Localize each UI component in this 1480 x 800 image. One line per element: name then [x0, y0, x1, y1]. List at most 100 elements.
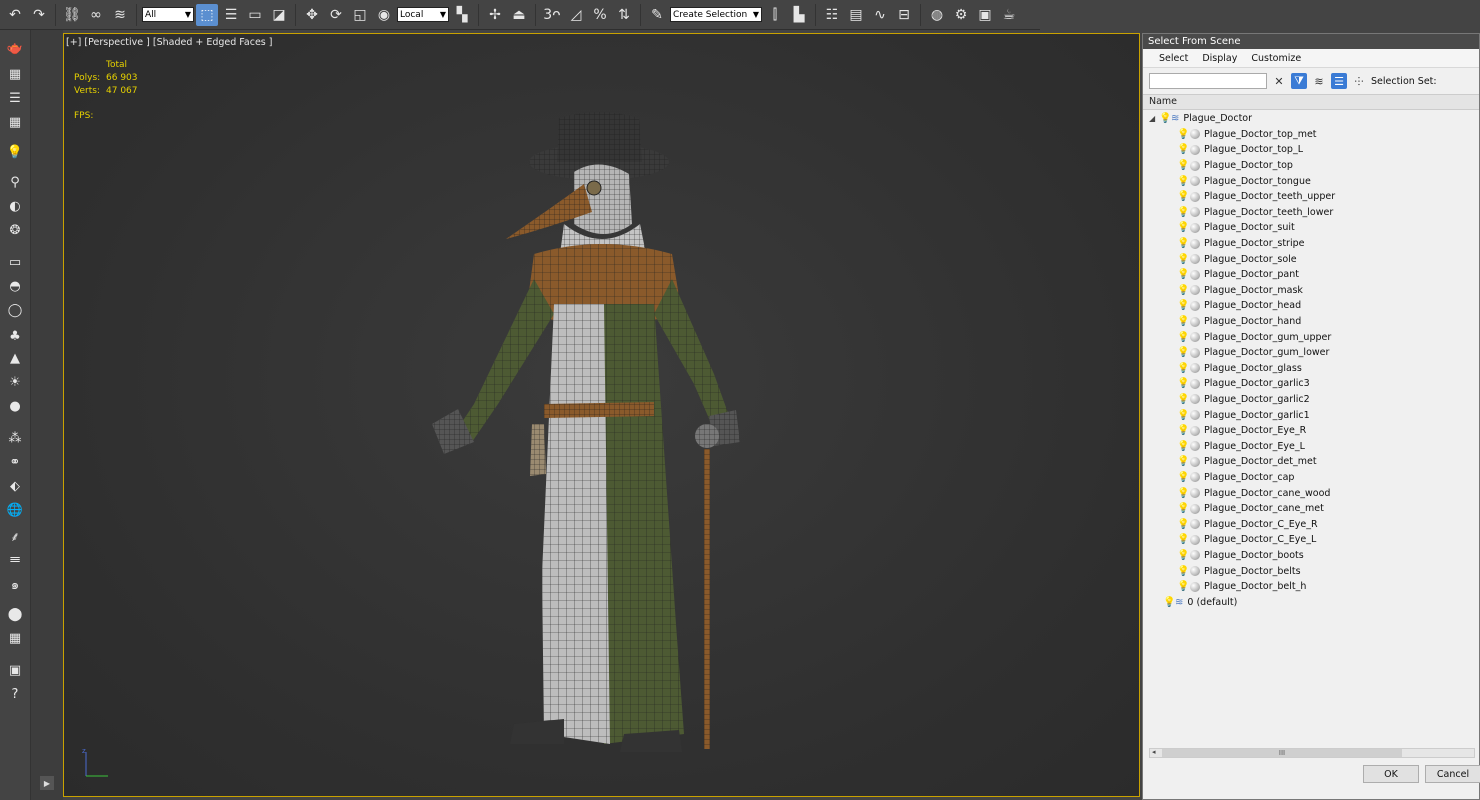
mirror-icon[interactable]: ⫿: [764, 4, 786, 26]
curve-editor-icon[interactable]: ∿: [869, 4, 891, 26]
light-bulb-icon[interactable]: 💡: [1177, 160, 1189, 171]
tree-item[interactable]: 💡 Plague_Doctor_Eye_L: [1143, 438, 1479, 454]
tree-root-row[interactable]: ◢ 💡 ≋ Plague_Doctor: [1143, 111, 1479, 127]
light-bulb-icon[interactable]: 💡: [1177, 581, 1189, 592]
scroll-thumb[interactable]: III: [1162, 749, 1402, 757]
pivot-center-icon[interactable]: ▚: [451, 4, 473, 26]
scatter-icon[interactable]: ⁂: [5, 428, 25, 448]
bind-space-warp-icon[interactable]: ≋: [109, 4, 131, 26]
tree-item[interactable]: 💡 Plague_Doctor_cap: [1143, 470, 1479, 486]
plague-doctor-model[interactable]: [414, 104, 754, 754]
spinner-snap-icon[interactable]: ⇅: [613, 4, 635, 26]
tree-item[interactable]: 💡 Plague_Doctor_Eye_R: [1143, 423, 1479, 439]
teapot-icon[interactable]: 🫖: [5, 38, 25, 58]
hierarchy-icon[interactable]: ⸭: [1351, 73, 1367, 89]
tree-item[interactable]: 💡 Plague_Doctor_C_Eye_L: [1143, 532, 1479, 548]
tree-item[interactable]: 💡 Plague_Doctor_glass: [1143, 361, 1479, 377]
tree-item[interactable]: 💡 Plague_Doctor_det_met: [1143, 454, 1479, 470]
light-bulb-icon[interactable]: 💡: [1177, 488, 1189, 499]
grass-icon[interactable]: ♣: [5, 326, 25, 346]
tree-item[interactable]: 💡 Plague_Doctor_stripe: [1143, 236, 1479, 252]
particles-icon[interactable]: ❂: [5, 220, 25, 240]
named-selection-set-dropdown[interactable]: Create Selection Se▼: [670, 7, 762, 22]
sun-icon[interactable]: ☀: [5, 372, 25, 392]
tree-item[interactable]: 💡 Plague_Doctor_cane_wood: [1143, 485, 1479, 501]
light-bulb-icon[interactable]: 💡: [1177, 332, 1189, 343]
tree-item[interactable]: 💡 Plague_Doctor_garlic2: [1143, 392, 1479, 408]
tree-item[interactable]: 💡 Plague_Doctor_tongue: [1143, 173, 1479, 189]
light-bulb-icon[interactable]: 💡: [1177, 456, 1189, 467]
ok-button[interactable]: OK: [1363, 765, 1419, 783]
filter-icon[interactable]: ⧩: [1291, 73, 1307, 89]
percent-snap-icon[interactable]: %: [589, 4, 611, 26]
clear-icon[interactable]: ✕: [1271, 73, 1287, 89]
schematic-view-icon[interactable]: ⊟: [893, 4, 915, 26]
window-crossing-icon[interactable]: ◪: [268, 4, 290, 26]
name-column-header[interactable]: Name: [1143, 94, 1479, 110]
tree-item[interactable]: 💡 Plague_Doctor_boots: [1143, 548, 1479, 564]
horizontal-scrollbar[interactable]: ◂ III: [1149, 748, 1475, 758]
light-bulb-icon[interactable]: 💡: [1177, 425, 1189, 436]
menu-select[interactable]: Select: [1159, 53, 1188, 64]
tree-item[interactable]: 💡 Plague_Doctor_sole: [1143, 251, 1479, 267]
expand-triangle-icon[interactable]: ◢: [1149, 114, 1159, 123]
undo-icon[interactable]: ↶: [4, 4, 26, 26]
align-icon[interactable]: ▙: [788, 4, 810, 26]
tree-item[interactable]: 💡 Plague_Doctor_pant: [1143, 267, 1479, 283]
ball-icon[interactable]: ⬤: [5, 604, 25, 624]
disc-icon[interactable]: ●: [5, 396, 25, 416]
box-icon[interactable]: ▣: [5, 660, 25, 680]
selection-filter-dropdown[interactable]: All ▼: [142, 7, 194, 22]
table-icon[interactable]: ▦: [5, 628, 25, 648]
light-bulb-icon[interactable]: 💡: [1177, 410, 1189, 421]
render-icon[interactable]: ▦: [5, 64, 25, 84]
light-bulb-icon[interactable]: 💡: [1177, 238, 1189, 249]
place-icon[interactable]: ◉: [373, 4, 395, 26]
sphere-icon[interactable]: ◯: [5, 300, 25, 320]
select-by-name-icon[interactable]: ☰: [220, 4, 242, 26]
light-bulb-icon[interactable]: 💡: [1177, 176, 1189, 187]
list-icon[interactable]: ☰: [5, 88, 25, 108]
layer-explorer-icon[interactable]: ▤: [845, 4, 867, 26]
cone-icon[interactable]: ▲: [5, 348, 25, 368]
menu-display[interactable]: Display: [1202, 53, 1237, 64]
light-bulb-icon[interactable]: 💡: [1177, 534, 1189, 545]
unlink-icon[interactable]: ∞: [85, 4, 107, 26]
scene-explorer-icon[interactable]: ☷: [821, 4, 843, 26]
light-bulb-icon[interactable]: 💡: [1177, 300, 1189, 311]
light-bulb-icon[interactable]: 💡: [1177, 566, 1189, 577]
edit-named-selection-icon[interactable]: ✎: [646, 4, 668, 26]
light-bulb-icon[interactable]: 💡: [1177, 191, 1189, 202]
light-bulb-icon[interactable]: 💡: [1177, 378, 1189, 389]
light-bulb-icon[interactable]: 💡: [1177, 472, 1189, 483]
molecule-icon[interactable]: ⚭: [5, 452, 25, 472]
scale-icon[interactable]: ◱: [349, 4, 371, 26]
redo-icon[interactable]: ↷: [28, 4, 50, 26]
tree-item[interactable]: 💡 Plague_Doctor_garlic3: [1143, 376, 1479, 392]
light-bulb-icon[interactable]: 💡: [1177, 441, 1189, 452]
layer-filter-icon[interactable]: ≋: [1311, 73, 1327, 89]
light-bulb-icon[interactable]: 💡: [1177, 254, 1189, 265]
dome-icon[interactable]: ◓: [5, 276, 25, 296]
move-icon[interactable]: ✥: [301, 4, 323, 26]
play-icon[interactable]: ▶: [40, 776, 54, 790]
light-bulb-icon[interactable]: 💡: [1177, 503, 1189, 514]
tree-item[interactable]: 💡 Plague_Doctor_belts: [1143, 563, 1479, 579]
light-bulb-icon[interactable]: 💡: [1177, 285, 1189, 296]
light-bulb-icon[interactable]: 💡: [1159, 113, 1171, 124]
fur-icon[interactable]: ⸙: [5, 526, 25, 546]
tree-item[interactable]: 💡 Plague_Doctor_hand: [1143, 314, 1479, 330]
light-bulb-icon[interactable]: 💡: [1177, 222, 1189, 233]
menu-customize[interactable]: Customize: [1251, 53, 1301, 64]
link-icon[interactable]: ⛓: [61, 4, 83, 26]
tree-item[interactable]: 💡 Plague_Doctor_top_met: [1143, 127, 1479, 143]
light-bulb-icon[interactable]: 💡: [1177, 316, 1189, 327]
tree-item[interactable]: 💡 Plague_Doctor_C_Eye_R: [1143, 516, 1479, 532]
light-bulb-icon[interactable]: 💡: [1177, 363, 1189, 374]
cancel-button[interactable]: Cancel: [1425, 765, 1480, 783]
select-object-icon[interactable]: ⬚: [196, 3, 218, 26]
scroll-left-icon[interactable]: ◂: [1152, 748, 1156, 756]
tree-item[interactable]: 💡 Plague_Doctor_suit: [1143, 220, 1479, 236]
tree-item[interactable]: 💡 Plague_Doctor_belt_h: [1143, 579, 1479, 595]
light-bulb-icon[interactable]: 💡: [1177, 144, 1189, 155]
